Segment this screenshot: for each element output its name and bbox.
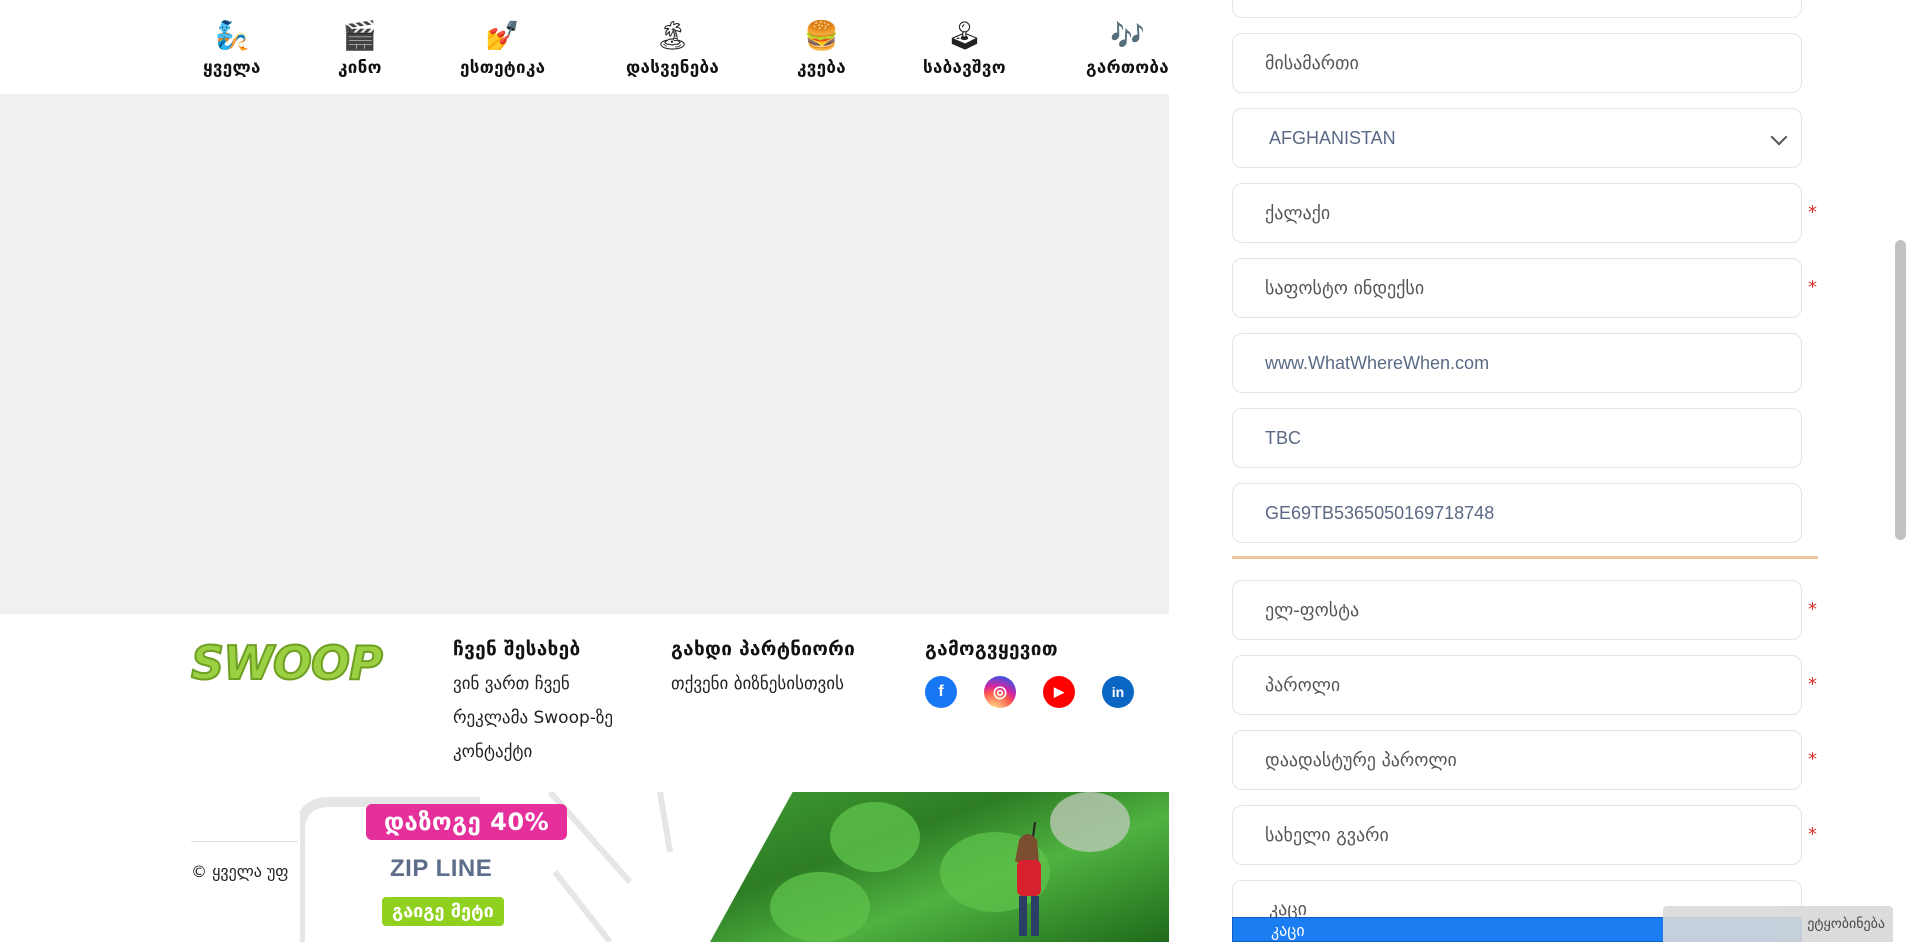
building-shape [1050,792,1130,852]
category-food[interactable]: 🍔 კვება [797,18,846,84]
category-all[interactable]: 🧞 ყველა [203,18,261,84]
promo-discount-badge: დაზოგე 40% [366,804,568,840]
category-bar: 🧞 ყველა 🎬 კინო 💅 ესთეტიკა 🏝 დასვენება 🍔 … [0,0,1169,94]
copyright-divider [191,841,298,842]
category-label: ესთეტიკა [460,58,546,78]
nail-polish-icon: 💅 [485,19,521,52]
promo-banner[interactable]: დაზოგე 40% ZIP LINE გაიგე მეტი [300,792,1169,942]
category-cinema[interactable]: 🎬 კინო [338,18,382,84]
genie-icon: 🧞 [214,19,250,52]
required-mark: * [1808,674,1817,695]
fullname-field[interactable]: სახელი გვარი [1232,805,1802,865]
required-mark: * [1808,277,1817,298]
confirm-password-field[interactable]: დაადასტურე პაროლი [1232,730,1802,790]
copyright-text: © ყველა უფ [191,862,289,881]
swoop-logo[interactable]: SWOOP [190,635,384,691]
registration-form-panel: მისამართი AFGHANISTAN ქალაქი * საფოსტო ი… [1169,0,1920,942]
clapperboard-icon: 🎬 [342,19,378,52]
person-figure [1015,822,1041,936]
footer-link-advertising[interactable]: რეკლამა Swoop-ზე [453,708,613,728]
footer-link-business[interactable]: თქვენი ბიზნესისთვის [671,674,855,694]
category-label: კინო [338,58,382,78]
bank-field[interactable]: TBC [1232,408,1802,468]
footer-link-contact[interactable]: კონტაქტი [453,742,613,762]
facebook-icon[interactable]: f [925,676,957,708]
website-field[interactable]: www.WhatWhereWhen.com [1232,333,1802,393]
content-placeholder [0,94,1169,614]
footer-partner-title: გახდი პარტნიორი [671,638,856,660]
instagram-icon[interactable]: ◎ [984,676,1016,708]
scrollbar-thumb[interactable] [1895,240,1906,540]
section-divider [1232,556,1818,559]
tree-shape [770,872,870,942]
burger-icon: 🍔 [804,19,839,52]
postal-code-field[interactable]: საფოსტო ინდექსი [1232,258,1802,318]
category-label: ყველა [203,58,261,78]
required-mark: * [1808,749,1817,770]
footer-about-column: ჩვენ შესახებ ვინ ვართ ჩვენ რეკლამა Swoop… [453,638,613,776]
category-label: საბავშვო [923,58,1006,78]
password-field[interactable]: პაროლი [1232,655,1802,715]
country-value: AFGHANISTAN [1269,127,1396,148]
learn-more-button[interactable]: გაიგე მეტი [382,897,504,926]
category-entertainment[interactable]: 🎶 გართობა [1086,18,1169,84]
category-aesthetics[interactable]: 💅 ესთეტიკა [460,18,545,84]
footer-follow-title: გამოგვყევით [925,638,1058,660]
email-field[interactable]: ელ-ფოსტა [1232,580,1802,640]
footer-partner-column: გახდი პარტნიორი თქვენი ბიზნესისთვის [671,638,855,708]
city-field[interactable]: ქალაქი [1232,183,1802,243]
required-mark: * [1808,599,1817,620]
promo-product-title: ZIP LINE [390,855,493,882]
required-mark: * [1808,824,1817,845]
category-label: გართობა [1086,58,1169,78]
footer-link-who-we-are[interactable]: ვინ ვართ ჩვენ [453,674,613,694]
joystick-icon: 🕹 [946,19,983,52]
required-mark: * [1808,202,1817,223]
category-vacation[interactable]: 🏝 დასვენება [626,18,719,84]
footer-about-title: ჩვენ შესახებ [453,638,581,660]
tree-shape [830,802,920,872]
linkedin-icon[interactable]: in [1102,676,1134,708]
music-notes-icon: 🎶 [1110,19,1145,52]
category-kids[interactable]: 🕹 საბავშვო [923,18,1006,84]
previous-field[interactable] [1232,0,1802,18]
chevron-down-icon [1770,128,1788,146]
island-icon: 🏝 [654,19,691,52]
iban-field[interactable]: GE69TB5365050169718748 [1232,483,1802,543]
footer: SWOOP ჩვენ შესახებ ვინ ვართ ჩვენ რეკლამა… [0,614,1169,942]
category-label: დასვენება [626,58,720,78]
footer-follow-column: გამოგვყევით [925,638,1058,674]
youtube-icon[interactable]: ▶ [1043,676,1075,708]
notification-tab[interactable]: ეტყობინება [1663,906,1893,942]
category-label: კვება [797,58,846,78]
country-select[interactable]: AFGHANISTAN [1232,108,1802,168]
address-field[interactable]: მისამართი [1232,33,1802,93]
main-page: 🧞 ყველა 🎬 კინო 💅 ესთეტიკა 🏝 დასვენება 🍔 … [0,0,1169,942]
